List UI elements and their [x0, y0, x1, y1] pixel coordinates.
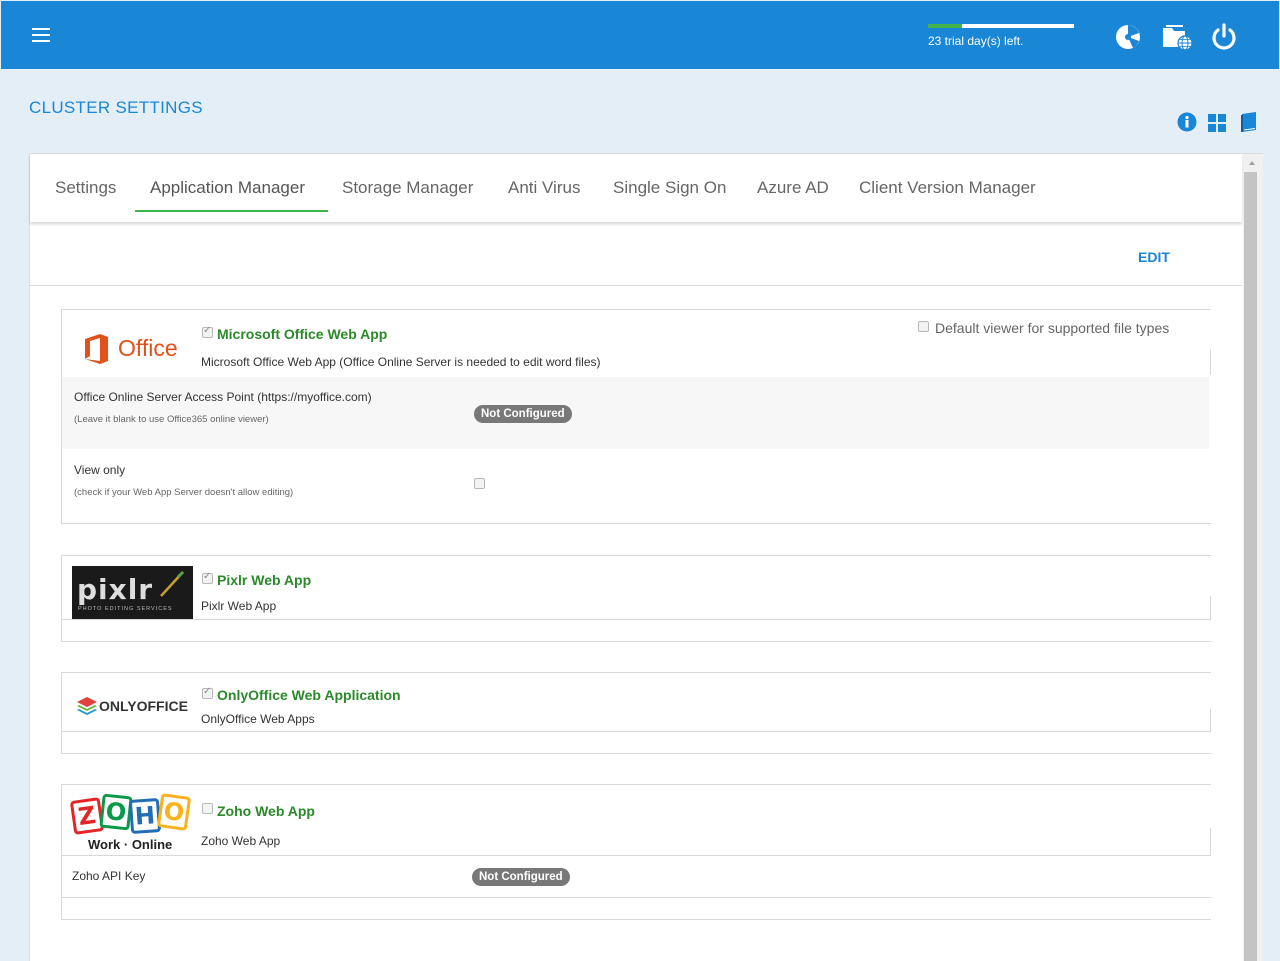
- zoho-api-key-status-badge[interactable]: Not Configured: [472, 868, 570, 886]
- view-only-label: View only: [74, 463, 126, 477]
- pixlr-enabled-checkbox[interactable]: [202, 571, 213, 584]
- zoho-logo-tile: H: [128, 797, 162, 835]
- onlyoffice-app-card: ONLYOFFICE OnlyOffice Web Application On…: [61, 672, 1211, 754]
- view-only-hint: (check if your Web App Server doesn't al…: [74, 487, 294, 498]
- zoho-logo-tile: O: [156, 793, 192, 831]
- trial-progress-bar: [928, 24, 1074, 28]
- onlyoffice-description: OnlyOffice Web Apps: [201, 712, 315, 726]
- dashboard-icon[interactable]: [1113, 22, 1143, 52]
- onlyoffice-logo-text: ONLYOFFICE: [99, 698, 188, 714]
- office-title: Microsoft Office Web App: [217, 326, 388, 342]
- office-enabled-checkbox[interactable]: [202, 325, 213, 338]
- onlyoffice-logo: ONLYOFFICE: [76, 695, 191, 717]
- menu-icon[interactable]: [32, 27, 52, 43]
- office-app-card: Office Microsoft Office Web App Microsof…: [61, 309, 1211, 524]
- office-description: Microsoft Office Web App (Office Online …: [201, 355, 601, 369]
- edit-row: EDIT: [30, 222, 1242, 286]
- tab-storage-manager[interactable]: Storage Manager: [342, 178, 473, 198]
- zoho-title: Zoho Web App: [217, 803, 315, 819]
- pixlr-brush-icon: [160, 570, 185, 597]
- book-icon[interactable]: [1238, 111, 1260, 133]
- onlyoffice-logo-icon: [77, 697, 97, 715]
- top-bar: 23 trial day(s) left.: [1, 1, 1279, 69]
- default-viewer-label: Default viewer for supported file types: [935, 320, 1170, 336]
- zoho-description: Zoho Web App: [201, 834, 281, 848]
- zoho-logo-tile: O: [99, 793, 133, 831]
- office-access-point-row: Office Online Server Access Point (https…: [62, 377, 1209, 449]
- grid-icon[interactable]: [1206, 111, 1228, 133]
- onlyoffice-enabled-checkbox[interactable]: [202, 686, 213, 699]
- edit-button[interactable]: EDIT: [1138, 249, 1170, 265]
- tab-bar: Settings Application Manager Storage Man…: [30, 154, 1242, 222]
- tab-azure-ad[interactable]: Azure AD: [757, 178, 829, 198]
- scrollbar-thumb[interactable]: [1244, 172, 1257, 961]
- pixlr-description: Pixlr Web App: [201, 599, 277, 613]
- zoho-enabled-checkbox[interactable]: [202, 803, 213, 814]
- power-icon[interactable]: [1209, 22, 1239, 52]
- folder-globe-icon[interactable]: [1161, 22, 1193, 52]
- zoho-app-card: ZOHO Work · Online Zoho Web App Zoho Web…: [61, 784, 1211, 920]
- trial-indicator: 23 trial day(s) left.: [928, 24, 1074, 48]
- tab-anti-virus[interactable]: Anti Virus: [508, 178, 580, 198]
- pixlr-title: Pixlr Web App: [217, 572, 312, 588]
- tab-settings[interactable]: Settings: [55, 178, 116, 198]
- zoho-logo: ZOHO Work · Online: [69, 793, 194, 855]
- trial-progress-fill: [928, 24, 962, 28]
- zoho-api-key-label: Zoho API Key: [72, 869, 146, 883]
- office-logo: Office: [84, 334, 184, 364]
- tab-application-manager[interactable]: Application Manager: [150, 178, 305, 198]
- pixlr-app-card: pixlr PHOTO EDITING SERVICES Pixlr Web A…: [61, 555, 1211, 642]
- zoho-logo-subtitle: Work · Online: [88, 837, 173, 852]
- pixlr-logo-subtitle: PHOTO EDITING SERVICES: [78, 606, 173, 612]
- scroll-up-arrow-icon[interactable]: [1244, 157, 1262, 169]
- pixlr-logo-text: pixlr: [77, 573, 154, 606]
- zoho-logo-tile: Z: [69, 797, 105, 835]
- trial-text: 23 trial day(s) left.: [928, 34, 1024, 48]
- onlyoffice-title: OnlyOffice Web Application: [217, 687, 401, 703]
- view-only-checkbox[interactable]: [474, 478, 485, 489]
- access-point-hint: (Leave it blank to use Office365 online …: [74, 414, 269, 425]
- office-logo-icon: [85, 334, 108, 364]
- page-title: CLUSTER SETTINGS: [29, 98, 203, 117]
- access-point-status-badge[interactable]: Not Configured: [474, 405, 572, 423]
- tab-single-sign-on[interactable]: Single Sign On: [613, 178, 726, 198]
- default-viewer-checkbox[interactable]: [918, 321, 929, 332]
- active-tab-indicator: [135, 210, 328, 212]
- info-icon[interactable]: [1176, 111, 1198, 133]
- tab-client-version-manager[interactable]: Client Version Manager: [859, 178, 1036, 198]
- vertical-scrollbar[interactable]: [1243, 154, 1263, 961]
- pixlr-logo: pixlr PHOTO EDITING SERVICES: [72, 566, 193, 619]
- main-panel: Settings Application Manager Storage Man…: [29, 153, 1263, 961]
- office-logo-text: Office: [118, 335, 178, 361]
- access-point-label: Office Online Server Access Point (https…: [74, 390, 372, 404]
